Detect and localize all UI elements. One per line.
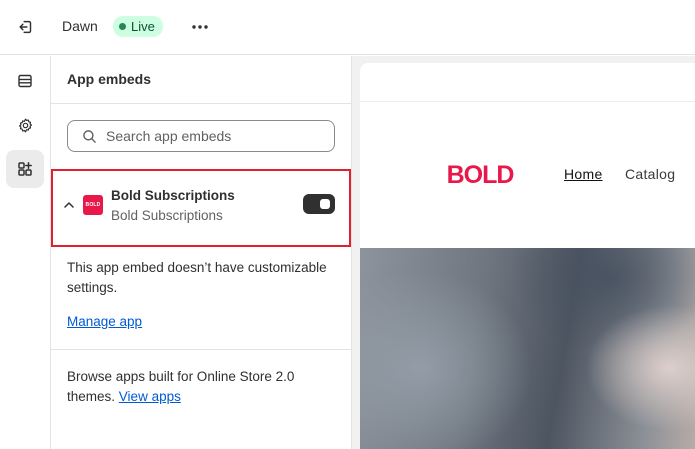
status-badge: Live — [113, 16, 163, 37]
store-logo-text: BOLD — [447, 161, 514, 187]
more-horizontal-icon — [192, 25, 208, 29]
app-embeds-icon — [18, 162, 32, 176]
panel-title: App embeds — [67, 71, 152, 87]
hero-image — [360, 248, 695, 449]
rail-item-sections[interactable] — [6, 62, 44, 100]
app-logo: BOLD — [83, 195, 103, 215]
search-input[interactable] — [106, 128, 326, 144]
search-icon — [83, 129, 96, 143]
embed-toggle[interactable] — [303, 194, 335, 214]
manage-app-link[interactable]: Manage app — [67, 314, 142, 329]
live-dot — [119, 23, 126, 30]
app-embeds-panel: App embeds BOLD Bold Subscriptions Bold … — [51, 56, 352, 449]
top-bar: Dawn Live — [0, 0, 695, 55]
theme-name: Dawn — [62, 18, 98, 34]
exit-icon — [19, 20, 32, 34]
sections-icon — [18, 74, 32, 88]
store-preview: BOLD Home Catalog — [360, 63, 695, 449]
status-badge-label: Live — [131, 19, 155, 34]
app-embed-row: BOLD Bold Subscriptions Bold Subscriptio… — [51, 169, 351, 247]
rail-item-app-embeds[interactable] — [6, 150, 44, 188]
search-box[interactable] — [67, 120, 335, 152]
embed-title: Bold Subscriptions — [111, 188, 235, 203]
nav-catalog-link[interactable]: Catalog — [625, 166, 675, 182]
store-logo[interactable]: BOLD — [441, 161, 519, 187]
embed-subtitle: Bold Subscriptions — [111, 208, 223, 223]
collapse-button[interactable] — [61, 196, 77, 212]
app-logo-text: BOLD — [85, 202, 101, 208]
left-rail — [0, 56, 51, 449]
info-text: This app embed doesn’t have customizable… — [67, 260, 327, 295]
divider — [51, 103, 352, 104]
browse-apps-text: Browse apps built for Online Store 2.0 t… — [67, 367, 337, 407]
rail-item-theme-settings[interactable] — [6, 106, 44, 144]
divider — [51, 349, 352, 350]
nav-home-link[interactable]: Home — [564, 166, 603, 182]
gear-icon — [18, 118, 32, 132]
exit-button[interactable] — [12, 13, 40, 41]
announcement-divider — [360, 101, 695, 102]
view-apps-link[interactable]: View apps — [119, 389, 181, 404]
toggle-knob — [320, 199, 330, 209]
more-actions-button[interactable] — [186, 13, 214, 41]
chevron-up-icon — [64, 201, 74, 208]
